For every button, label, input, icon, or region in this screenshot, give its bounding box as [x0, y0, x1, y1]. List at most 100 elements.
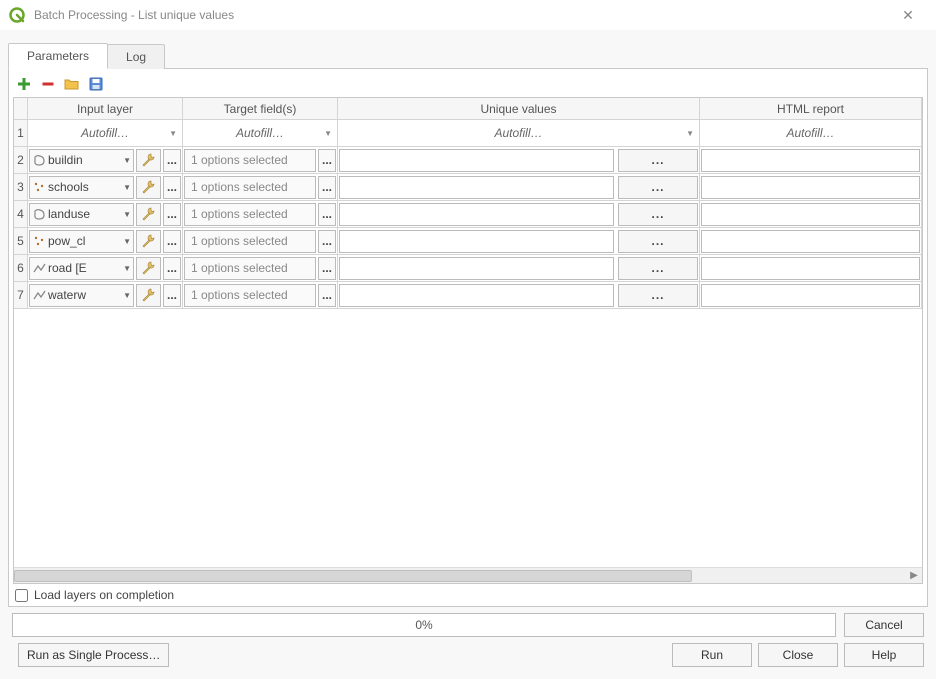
browse-input-button[interactable]: ... — [163, 230, 181, 253]
chevron-down-icon: ▼ — [123, 156, 131, 165]
col-input-layer[interactable]: Input layer — [28, 98, 183, 120]
layer-name: schools — [48, 180, 89, 194]
iterate-button[interactable] — [136, 257, 161, 280]
horizontal-scrollbar[interactable]: ▶ — [14, 567, 922, 583]
corner-cell — [14, 98, 28, 120]
target-fields-select[interactable]: 1 options selected — [184, 203, 316, 226]
layer-name: buildin — [48, 153, 83, 167]
chevron-down-icon: ▼ — [324, 129, 332, 138]
progress-bar: 0% — [12, 613, 836, 637]
chevron-down-icon: ▼ — [123, 183, 131, 192]
row-number: 1 — [14, 120, 28, 147]
target-fields-select[interactable]: 1 options selected — [184, 176, 316, 199]
browse-target-button[interactable]: ... — [318, 176, 336, 199]
layer-type-icon — [32, 289, 46, 302]
scroll-right-icon[interactable]: ▶ — [906, 570, 922, 581]
help-button[interactable]: Help — [844, 643, 924, 667]
browse-input-button[interactable]: ... — [163, 176, 181, 199]
table-row: 7waterw▼...1 options selected...... — [14, 282, 922, 309]
layer-name: pow_cl — [48, 234, 85, 248]
autofill-html[interactable]: Autofill… — [701, 121, 920, 145]
browse-target-button[interactable]: ... — [318, 149, 336, 172]
unique-values-output[interactable] — [339, 203, 614, 226]
browse-unique-output-button[interactable]: ... — [618, 230, 698, 253]
browse-unique-output-button[interactable]: ... — [618, 203, 698, 226]
remove-row-icon[interactable] — [39, 75, 57, 93]
iterate-button[interactable] — [136, 230, 161, 253]
close-button[interactable]: Close — [758, 643, 838, 667]
iterate-button[interactable] — [136, 176, 161, 199]
run-button[interactable]: Run — [672, 643, 752, 667]
html-report-output[interactable] — [701, 203, 920, 226]
unique-values-output[interactable] — [339, 257, 614, 280]
browse-unique-output-button[interactable]: ... — [618, 257, 698, 280]
browse-target-button[interactable]: ... — [318, 257, 336, 280]
browse-target-button[interactable]: ... — [318, 284, 336, 307]
titlebar: Batch Processing - List unique values ✕ — [0, 0, 936, 30]
col-target-fields[interactable]: Target field(s) — [183, 98, 338, 120]
cancel-button[interactable]: Cancel — [844, 613, 924, 637]
input-layer-select[interactable]: schools ▼ — [29, 176, 134, 199]
browse-unique-output-button[interactable]: ... — [618, 284, 698, 307]
tab-parameters[interactable]: Parameters — [8, 43, 108, 69]
save-icon[interactable] — [87, 75, 105, 93]
close-icon[interactable]: ✕ — [888, 7, 928, 24]
iterate-button[interactable] — [136, 203, 161, 226]
iterate-button[interactable] — [136, 149, 161, 172]
browse-input-button[interactable]: ... — [163, 149, 181, 172]
html-report-output[interactable] — [701, 149, 920, 172]
browse-input-button[interactable]: ... — [163, 284, 181, 307]
input-layer-select[interactable]: waterw ▼ — [29, 284, 134, 307]
open-file-icon[interactable] — [63, 75, 81, 93]
input-layer-select[interactable]: pow_cl▼ — [29, 230, 134, 253]
load-on-completion-checkbox[interactable] — [15, 589, 28, 602]
batch-toolbar — [13, 73, 923, 97]
add-row-icon[interactable] — [15, 75, 33, 93]
chevron-down-icon: ▼ — [686, 129, 694, 138]
html-report-output[interactable] — [701, 176, 920, 199]
grid-empty-area — [14, 309, 922, 567]
layer-name: road [E — [48, 261, 87, 275]
target-fields-select[interactable]: 1 options selected — [184, 257, 316, 280]
tabs: Parameters Log — [8, 42, 928, 68]
run-as-single-process-button[interactable]: Run as Single Process… — [18, 643, 169, 667]
input-layer-select[interactable]: landuse▼ — [29, 203, 134, 226]
row-number: 2 — [14, 147, 28, 174]
target-fields-select[interactable]: 1 options selected — [184, 284, 316, 307]
chevron-down-icon: ▼ — [169, 129, 177, 138]
chevron-down-icon: ▼ — [123, 291, 131, 300]
chevron-down-icon: ▼ — [123, 264, 131, 273]
browse-target-button[interactable]: ... — [318, 203, 336, 226]
tab-log[interactable]: Log — [107, 44, 165, 69]
browse-unique-output-button[interactable]: ... — [618, 176, 698, 199]
iterate-button[interactable] — [136, 284, 161, 307]
target-fields-select[interactable]: 1 options selected — [184, 149, 316, 172]
autofill-unique[interactable]: Autofill…▼ — [339, 121, 698, 145]
html-report-output[interactable] — [701, 230, 920, 253]
unique-values-output[interactable] — [339, 176, 614, 199]
browse-input-button[interactable]: ... — [163, 203, 181, 226]
unique-values-output[interactable] — [339, 230, 614, 253]
target-fields-select[interactable]: 1 options selected — [184, 230, 316, 253]
html-report-output[interactable] — [701, 284, 920, 307]
row-number: 6 — [14, 255, 28, 282]
table-row: 2buildin▼...1 options selected...... — [14, 147, 922, 174]
col-html-report[interactable]: HTML report — [700, 98, 922, 120]
layer-name: waterw — [48, 288, 86, 302]
html-report-output[interactable] — [701, 257, 920, 280]
batch-grid: Input layer Target field(s) Unique value… — [13, 97, 923, 584]
browse-unique-output-button[interactable]: ... — [618, 149, 698, 172]
table-row: 4landuse▼...1 options selected...... — [14, 201, 922, 228]
browse-target-button[interactable]: ... — [318, 230, 336, 253]
parameters-panel: Input layer Target field(s) Unique value… — [8, 68, 928, 607]
browse-input-button[interactable]: ... — [163, 257, 181, 280]
unique-values-output[interactable] — [339, 149, 614, 172]
table-row: 3schools▼...1 options selected...... — [14, 174, 922, 201]
table-row: 5pow_cl▼...1 options selected...... — [14, 228, 922, 255]
col-unique-values[interactable]: Unique values — [338, 98, 700, 120]
input-layer-select[interactable]: road [E ▼ — [29, 257, 134, 280]
unique-values-output[interactable] — [339, 284, 614, 307]
autofill-target[interactable]: Autofill…▼ — [184, 121, 336, 145]
autofill-input[interactable]: Autofill…▼ — [29, 121, 181, 145]
input-layer-select[interactable]: buildin ▼ — [29, 149, 134, 172]
